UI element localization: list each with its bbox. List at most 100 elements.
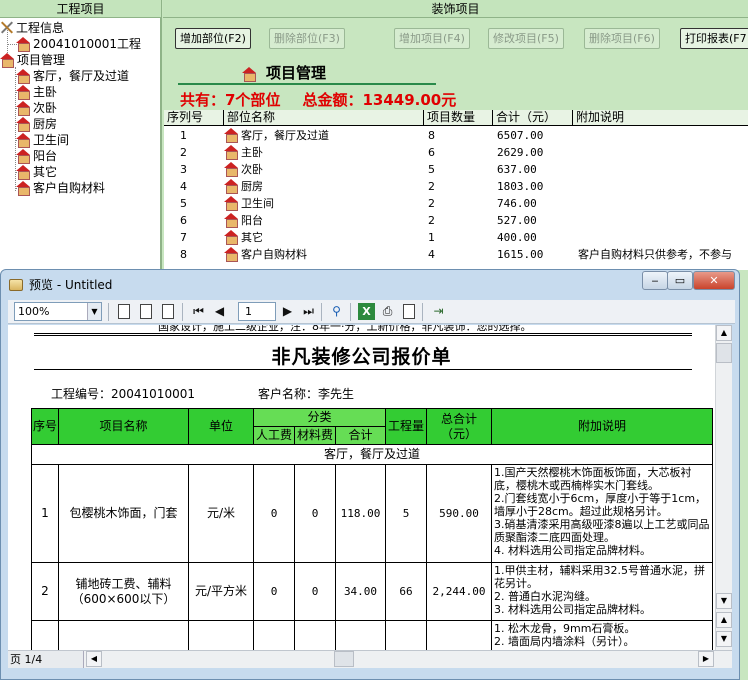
page-number-input[interactable]: 1 [238, 302, 276, 321]
cell-count: 1 [428, 231, 435, 244]
table-row[interactable]: 2 主卧 6 2629.00 [164, 144, 748, 161]
cell-note [578, 178, 748, 195]
cell-name: 客厅，餐厅及过道 [224, 127, 424, 144]
col-note[interactable]: 附加说明 [573, 110, 748, 126]
print-report-button[interactable]: 打印报表(F7 [680, 28, 748, 49]
scroll-up-icon[interactable]: ▲ [716, 325, 732, 341]
print-icon[interactable]: ⎙ [379, 303, 396, 320]
row-qty: 66 [385, 562, 428, 621]
whole-page-icon[interactable] [140, 304, 152, 319]
page-setup-icon[interactable] [403, 304, 415, 319]
preview-window: 预览 - Untitled ‒ ▭ ✕ 100% ▼ ⏮ ◀ 1 ▶ ⏭ ⚲ X… [0, 269, 740, 680]
note-line: 3.硝基清漆采用高级哑漆8遍以上工艺或同品质聚酯漆二底四面处理。 [494, 518, 710, 544]
house-icon [16, 165, 30, 180]
scroll-page-up-icon[interactable]: ▲ [716, 612, 732, 628]
preview-app-icon [9, 279, 23, 291]
scroll-left-icon[interactable]: ◀ [86, 651, 102, 667]
page-width-icon[interactable] [118, 304, 130, 319]
note-line: 2.门套线宽小于6cm，厚度小于等于1cm，墙厚小于28cm。超过此规格另计。 [494, 492, 707, 518]
prev-page-icon[interactable]: ◀ [211, 303, 228, 320]
delete-part-button[interactable]: 删除部位(F3) [269, 28, 345, 49]
note-line: 4. 材料选用公司指定品牌材料。 [494, 544, 652, 557]
last-page-icon[interactable]: ⏭ [300, 303, 317, 320]
house-icon [0, 53, 14, 68]
tree-item[interactable]: 客户自购材料 [16, 180, 105, 196]
excel-export-icon[interactable]: X [358, 303, 375, 320]
house-icon [16, 133, 30, 148]
summary: 共有：7个部位 总金额：13449.00元 [180, 89, 456, 110]
scroll-thumb[interactable] [716, 343, 732, 363]
col-name[interactable]: 部位名称 [224, 110, 424, 126]
house-icon [16, 117, 30, 132]
horizontal-scroll-thumb[interactable] [334, 651, 354, 667]
tree-item[interactable]: 阳台 [16, 148, 57, 164]
minimize-icon: ‒ [651, 274, 659, 287]
table-row[interactable]: 1 客厅，餐厅及过道 8 6507.00 [164, 127, 748, 144]
cell-count: 2 [428, 214, 435, 227]
tree-item[interactable]: 次卧 [16, 100, 57, 116]
tree-node-project[interactable]: 20041010001工程 [16, 36, 141, 52]
cell-total: 1803.00 [497, 180, 544, 193]
minimize-button[interactable]: ‒ [642, 271, 668, 290]
maximize-button[interactable]: ▭ [667, 271, 693, 290]
cell-note [578, 144, 748, 161]
row-name: 铺地砖工费、辅料（600×600以下） [58, 562, 189, 621]
cell-count: 8 [428, 129, 435, 142]
th-unit: 单位 [188, 408, 254, 445]
cell-no: 3 [180, 163, 187, 176]
edit-item-button[interactable]: 修改项目(F5) [488, 28, 564, 49]
single-page-icon[interactable] [162, 304, 174, 319]
table-row[interactable]: 4 厨房 2 1803.00 [164, 178, 748, 195]
tree-item[interactable]: 其它 [16, 164, 57, 180]
summary-total: 总金额：13449.00元 [302, 91, 457, 109]
note-line: 3. 材料选用公司指定品牌材料。 [494, 603, 652, 616]
cell-no: 2 [180, 146, 187, 159]
table-row[interactable]: 5 卫生间 2 746.00 [164, 195, 748, 212]
zoom-magnifier-icon[interactable]: ⚲ [328, 303, 345, 320]
tree-item[interactable]: 厨房 [16, 116, 57, 132]
th-total: 总合计（元） [426, 408, 493, 445]
th-no: 序号 [31, 408, 59, 445]
add-part-button[interactable]: 增加部位(F2) [175, 28, 251, 49]
parts-grid: 序列号 部位名称 项目数量 合计（元） 附加说明 1 客厅，餐厅及过道 8 6507.… [164, 110, 748, 270]
tree-node-management[interactable]: 项目管理 [0, 52, 65, 68]
house-icon [224, 128, 238, 143]
vertical-scrollbar[interactable]: ▲ ▼ ▲ ▼ [715, 325, 732, 650]
close-button[interactable]: ✕ [693, 271, 735, 290]
zoom-select[interactable]: 100% ▼ [14, 302, 102, 321]
col-count[interactable]: 项目数量 [424, 110, 493, 126]
house-icon [16, 149, 30, 164]
row-material: 0 [294, 464, 336, 563]
cell-no: 7 [180, 231, 187, 244]
scroll-down-icon[interactable]: ▼ [716, 593, 732, 609]
add-item-button[interactable]: 增加项目(F4) [394, 28, 470, 49]
tree-item[interactable]: 主卧 [16, 84, 57, 100]
delete-item-button[interactable]: 删除项目(F6) [584, 28, 660, 49]
table-row[interactable]: 7 其它 1 400.00 [164, 229, 748, 246]
tree-item[interactable]: 卫生间 [16, 132, 69, 148]
col-no[interactable]: 序列号 [164, 110, 224, 126]
preview-toolbar: 100% ▼ ⏮ ◀ 1 ▶ ⏭ ⚲ X ⎙ ⇥ [8, 300, 735, 324]
next-page-icon[interactable]: ▶ [279, 303, 296, 320]
tree-item[interactable]: 客厅，餐厅及过道 [16, 68, 129, 84]
cell-no: 6 [180, 214, 187, 227]
cell-total: 2629.00 [497, 146, 544, 159]
decoration-panel-header: 装饰项目 [163, 0, 748, 18]
first-page-icon[interactable]: ⏮ [190, 303, 207, 320]
project-panel-header: 工程项目 [0, 0, 162, 18]
cell-note [578, 229, 748, 246]
tree-node-project-info[interactable]: 工程信息 [0, 20, 64, 36]
grid-header: 序列号 部位名称 项目数量 合计（元） 附加说明 [164, 110, 748, 126]
row-subtotal [334, 620, 387, 650]
table-row[interactable]: 3 次卧 5 637.00 [164, 161, 748, 178]
table-row[interactable]: 8 客户自购材料 4 1615.00 客户自购材料只供参考，不参与 [164, 246, 748, 263]
table-row[interactable]: 6 阳台 2 527.00 [164, 212, 748, 229]
table-row: 2 铺地砖工费、辅料（600×600以下） 元/平方米 0 0 34.00 66 2,244.… [31, 562, 714, 621]
group-row: 客厅，餐厅及过道 [30, 444, 714, 465]
scroll-right-icon[interactable]: ▶ [698, 651, 714, 667]
preview-title-bar: 预览 - Untitled [9, 275, 112, 295]
scroll-page-down-icon[interactable]: ▼ [716, 631, 732, 647]
col-total[interactable]: 合计（元） [493, 110, 573, 126]
exit-icon[interactable]: ⇥ [430, 303, 447, 320]
report-page: 国家设计，施工二级企业，注：8年一·分，工新价格，非凡装饰：您的选择。 非凡装修… [8, 325, 715, 650]
